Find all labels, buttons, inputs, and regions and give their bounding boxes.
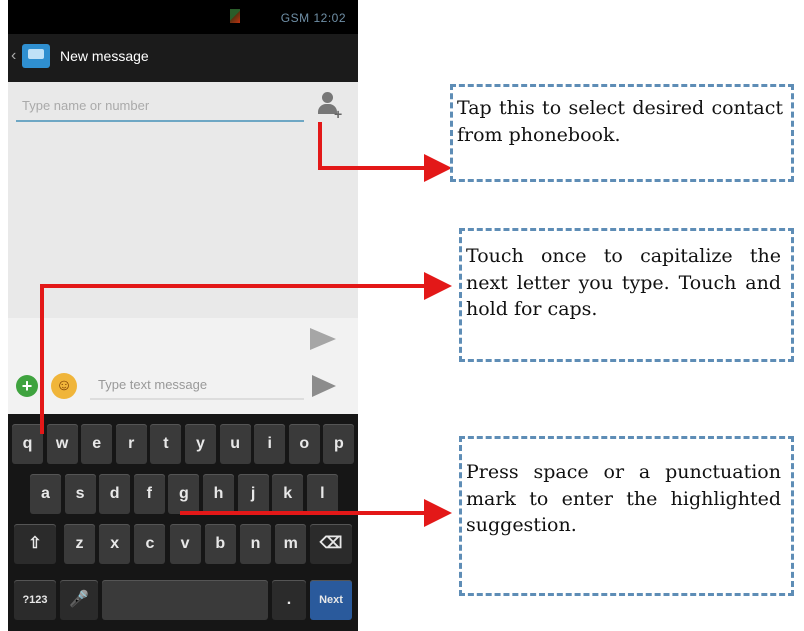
back-chevron-icon[interactable]: ‹ — [11, 47, 16, 65]
key-m[interactable]: m — [275, 524, 307, 564]
key-x[interactable]: x — [99, 524, 131, 564]
signal-icon — [230, 9, 240, 23]
messaging-app-icon[interactable] — [22, 44, 50, 68]
arrow-shift-horizontal — [40, 284, 428, 288]
compose-area: + ☺ Type text message — [8, 318, 358, 414]
recipient-input[interactable]: Type name or number — [16, 96, 304, 122]
arrow-contact-horizontal — [318, 166, 428, 170]
key-v[interactable]: v — [169, 524, 201, 564]
attach-plus-icon[interactable]: + — [16, 375, 38, 397]
key-r[interactable]: r — [115, 424, 147, 464]
callout-suggestion-text: Press space or a punctuation mark to ent… — [466, 461, 781, 537]
key-o[interactable]: o — [288, 424, 320, 464]
key-q[interactable]: q — [12, 424, 43, 464]
arrow-contact-head — [424, 154, 452, 182]
callout-contact-text: Tap this to select desired contact from … — [457, 97, 783, 146]
status-bar: GSM 12:02 — [8, 0, 358, 34]
key-b[interactable]: b — [204, 524, 236, 564]
next-key[interactable]: Next — [310, 580, 352, 620]
key-g[interactable]: g — [168, 474, 200, 514]
key-l[interactable]: l — [306, 474, 338, 514]
key-y[interactable]: y — [185, 424, 216, 464]
callout-suggestion: Press space or a punctuation mark to ent… — [459, 436, 794, 596]
key-p[interactable]: p — [323, 424, 355, 464]
callout-capitalize: Touch once to capitalize the next letter… — [459, 228, 794, 362]
keyboard: qwertyuiop asdfghjkl ⇧ ⌫ zxcvbnm ?123 🎤 … — [8, 414, 358, 631]
key-t[interactable]: t — [150, 424, 182, 464]
callout-contact: Tap this to select desired contact from … — [450, 84, 794, 182]
arrow-contact-vertical — [318, 122, 322, 170]
key-w[interactable]: w — [46, 424, 78, 464]
key-z[interactable]: z — [64, 524, 95, 564]
callout-capitalize-text: Touch once to capitalize the next letter… — [466, 245, 781, 321]
period-key[interactable]: . — [272, 580, 306, 620]
key-h[interactable]: h — [203, 474, 234, 514]
page-title: New message — [60, 48, 149, 64]
space-key[interactable] — [102, 580, 268, 620]
time-label: 12:02 — [313, 11, 346, 25]
network-label: GSM — [280, 11, 310, 25]
arrow-shift-head — [424, 272, 452, 300]
key-s[interactable]: s — [64, 474, 96, 514]
key-u[interactable]: u — [219, 424, 251, 464]
action-bar: ‹ New message — [8, 34, 358, 82]
arrow-shift-vertical — [40, 284, 44, 434]
delete-key[interactable]: ⌫ — [310, 524, 352, 564]
microphone-icon[interactable]: 🎤 — [60, 580, 98, 620]
key-j[interactable]: j — [237, 474, 269, 514]
key-e[interactable]: e — [81, 424, 113, 464]
key-d[interactable]: d — [99, 474, 131, 514]
shift-key[interactable]: ⇧ — [14, 524, 56, 564]
key-k[interactable]: k — [272, 474, 304, 514]
key-f[interactable]: f — [133, 474, 165, 514]
key-a[interactable]: a — [30, 474, 61, 514]
key-i[interactable]: i — [254, 424, 286, 464]
phone-screen: GSM 12:02 ‹ New message Type name or num… — [8, 0, 358, 631]
send-icon[interactable] — [310, 328, 336, 350]
key-c[interactable]: c — [134, 524, 166, 564]
add-contact-button[interactable]: + — [316, 92, 342, 122]
status-time: GSM 12:02 — [281, 11, 346, 25]
arrow-suggestion-head — [424, 499, 452, 527]
send-button[interactable] — [312, 375, 336, 397]
symbols-key[interactable]: ?123 — [14, 580, 56, 620]
emoji-icon[interactable]: ☺ — [51, 373, 77, 399]
recipient-area: Type name or number + — [8, 82, 358, 318]
plus-icon: + — [334, 106, 343, 122]
key-n[interactable]: n — [240, 524, 271, 564]
message-input[interactable]: Type text message — [90, 374, 304, 400]
person-icon-head — [322, 92, 333, 103]
arrow-suggestion-horizontal — [180, 511, 428, 515]
